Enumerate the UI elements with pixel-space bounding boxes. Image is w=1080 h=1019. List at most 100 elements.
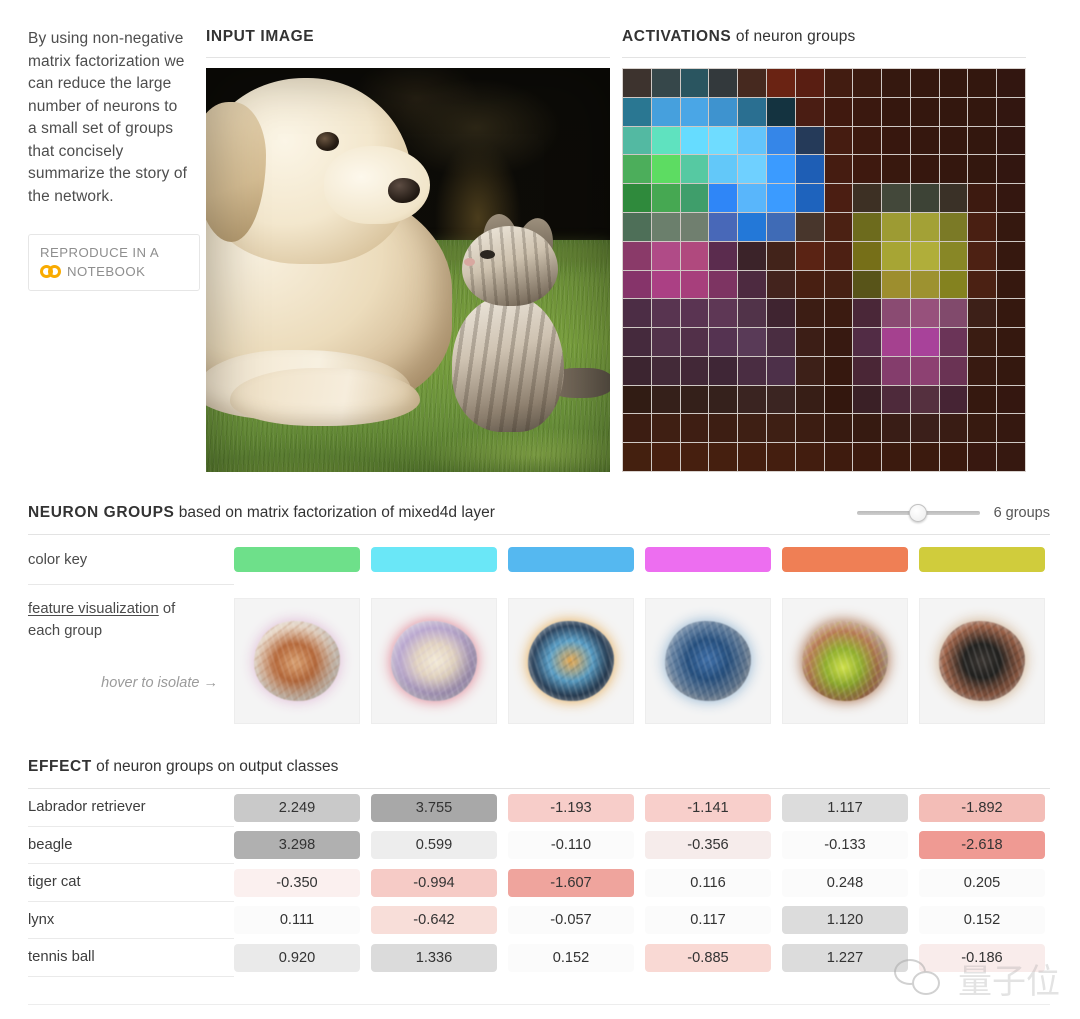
activation-cell[interactable] [968,97,997,126]
effect-cell[interactable]: 1.227 [782,943,908,972]
activation-cell[interactable] [709,328,738,356]
effect-cell[interactable]: 0.152 [919,906,1045,935]
activation-cell[interactable] [910,270,939,299]
activation-cell[interactable] [795,414,824,443]
effect-cell[interactable]: 0.599 [371,831,497,860]
effect-cell[interactable]: 1.117 [782,793,908,822]
effect-cell[interactable]: 0.117 [645,906,771,935]
feature-visualization-1[interactable] [234,598,360,724]
activation-cell[interactable] [738,356,766,385]
activation-cell[interactable] [795,69,824,97]
activation-cell[interactable] [651,155,680,184]
activation-cell[interactable] [910,155,939,184]
activation-cell[interactable] [968,184,997,212]
activation-cell[interactable] [623,356,651,385]
activation-cell[interactable] [910,97,939,126]
activation-cell[interactable] [623,126,651,155]
activation-cell[interactable] [738,212,766,241]
activation-cell[interactable] [997,270,1025,299]
activation-cell[interactable] [623,69,651,97]
activation-cell[interactable] [709,126,738,155]
activation-cell[interactable] [824,443,853,471]
activation-cell[interactable] [623,328,651,356]
activation-cell[interactable] [853,155,882,184]
activation-cell[interactable] [623,241,651,270]
effect-cell[interactable]: -1.141 [645,793,771,822]
activation-cell[interactable] [709,299,738,328]
activation-cell[interactable] [680,356,709,385]
feature-visualization-4[interactable] [645,598,771,724]
activation-cell[interactable] [853,97,882,126]
activation-cell[interactable] [968,69,997,97]
activation-cell[interactable] [795,385,824,414]
activation-cell[interactable] [680,241,709,270]
activation-cell[interactable] [882,443,910,471]
activation-cell[interactable] [738,126,766,155]
activation-cell[interactable] [795,184,824,212]
activation-cell[interactable] [738,414,766,443]
activation-cell[interactable] [997,97,1025,126]
activation-cell[interactable] [853,241,882,270]
activation-cell[interactable] [910,356,939,385]
effect-cell[interactable]: -0.133 [782,831,908,860]
activation-cell[interactable] [882,328,910,356]
effect-cell[interactable]: 3.755 [371,793,497,822]
activation-cell[interactable] [824,414,853,443]
activation-cell[interactable] [623,184,651,212]
activation-cell[interactable] [968,241,997,270]
activation-cell[interactable] [853,328,882,356]
effect-cell[interactable]: -0.186 [919,943,1045,972]
activation-cell[interactable] [795,212,824,241]
activation-cell[interactable] [939,356,968,385]
activation-cell[interactable] [968,356,997,385]
activation-cell[interactable] [738,443,766,471]
activation-cell[interactable] [709,97,738,126]
activation-cell[interactable] [853,356,882,385]
activation-cell[interactable] [939,155,968,184]
activation-cell[interactable] [910,328,939,356]
feature-visualization-2[interactable] [371,598,497,724]
activation-cell[interactable] [939,241,968,270]
activation-cell[interactable] [766,155,795,184]
effect-cell[interactable]: -0.885 [645,943,771,972]
effect-cell[interactable]: -0.356 [645,831,771,860]
activation-cell[interactable] [939,126,968,155]
activation-cell[interactable] [623,155,651,184]
activation-cell[interactable] [824,356,853,385]
activation-cell[interactable] [910,184,939,212]
activation-cell[interactable] [824,299,853,328]
activation-cell[interactable] [709,270,738,299]
activation-cell[interactable] [738,155,766,184]
activation-cell[interactable] [766,69,795,97]
activation-cell[interactable] [795,356,824,385]
activation-cell[interactable] [882,241,910,270]
color-key-swatch-3[interactable] [508,547,634,572]
activation-cell[interactable] [766,385,795,414]
activation-cell[interactable] [882,155,910,184]
effect-cell[interactable]: 0.111 [234,906,360,935]
activation-cell[interactable] [824,212,853,241]
activation-cell[interactable] [709,212,738,241]
activation-cell[interactable] [766,328,795,356]
effect-cell[interactable]: -0.994 [371,868,497,897]
activation-cell[interactable] [766,356,795,385]
activation-cell[interactable] [766,97,795,126]
activation-cell[interactable] [680,126,709,155]
activation-cell[interactable] [968,299,997,328]
activation-cell[interactable] [882,356,910,385]
activation-cell[interactable] [853,184,882,212]
effect-cell[interactable]: 1.120 [782,906,908,935]
activation-cell[interactable] [738,69,766,97]
activation-cell[interactable] [766,443,795,471]
activation-cell[interactable] [968,270,997,299]
activation-cell[interactable] [910,126,939,155]
activation-cell[interactable] [997,299,1025,328]
activation-cell[interactable] [997,184,1025,212]
activation-cell[interactable] [795,328,824,356]
activation-cell[interactable] [795,241,824,270]
effect-cell[interactable]: 0.152 [508,943,634,972]
activation-cell[interactable] [882,270,910,299]
activation-cell[interactable] [709,241,738,270]
activation-cell[interactable] [680,69,709,97]
effect-cell[interactable]: 0.116 [645,868,771,897]
